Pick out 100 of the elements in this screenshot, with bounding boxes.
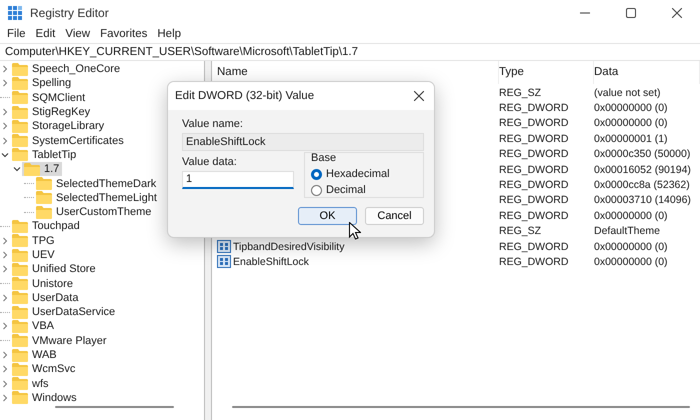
cancel-button[interactable]: Cancel [365,207,424,225]
chevron-right-icon[interactable] [0,392,10,403]
chevron-right-icon[interactable] [0,264,10,274]
tree-item[interactable]: UEV [10,248,58,262]
menu-item[interactable]: Help [152,26,186,42]
chevron-right-icon[interactable] [0,78,10,88]
value-name[interactable]: TipbandDesiredVisibility [233,240,344,253]
tree-item[interactable]: SQMClient [10,90,88,105]
folder-icon [12,120,28,133]
value-name[interactable]: EnableShiftLock [233,256,309,268]
value-data: 0x00016052 (90194) [594,164,692,176]
tree-item[interactable]: Touchpad [10,219,83,234]
chevron-right-icon[interactable] [0,136,10,146]
folder-icon [12,234,28,248]
folder-icon [24,162,40,176]
folder-icon [12,220,28,233]
value-type: REG_SZ [499,225,542,238]
folder-icon [12,377,28,390]
tree-item[interactable]: 1.7 [22,162,62,176]
folder-icon [12,91,28,104]
tree-item[interactable]: TabletTip [10,148,80,162]
tree-item[interactable]: WAB [10,348,60,362]
chevron-right-icon[interactable] [0,250,10,260]
tree-item[interactable]: StorageLibrary [10,119,108,134]
value-data: 0x00000001 (1) [594,132,669,145]
menu-item[interactable]: Edit [30,26,60,42]
chevron-right-icon[interactable] [0,236,10,246]
value-type: REG_DWORD [499,194,570,206]
chevron-right-icon[interactable] [0,292,10,303]
folder-icon [36,191,52,204]
tree-item[interactable]: Windows [10,390,80,405]
field-label: Value data: [182,156,238,168]
tree-item[interactable]: TPG [10,234,58,248]
chevron-right-icon[interactable] [0,364,10,374]
menu-item[interactable]: Favorites [95,26,152,42]
tree-item[interactable]: UserDataService [10,305,118,320]
tree-item[interactable]: Unistore [10,276,76,291]
value-data: 0x00000000 (0) [594,240,669,253]
value-data: 0x00000000 (0) [594,102,669,114]
chevron-right-icon[interactable] [0,107,10,118]
folder-icon [36,177,52,190]
tree-item[interactable]: Spelling [10,76,74,90]
chevron-right-icon[interactable] [0,350,10,360]
field-label: Value name: [182,118,244,130]
binary-value-icon [217,255,231,268]
binary-value-icon [217,240,231,254]
folder-icon [12,320,28,333]
tree-item[interactable]: Speech_OneCore [10,62,124,76]
radio-option[interactable]: Hexadecimal [311,166,417,182]
folder-icon [12,306,28,319]
value-data: 0x00000000 (0) [594,256,669,268]
folder-icon [12,134,28,148]
tree-item[interactable]: StigRegKey [10,105,94,120]
folder-icon [12,106,28,119]
folder-icon [36,206,52,219]
window-title: Registry Editor [30,6,109,20]
tree-item[interactable]: SelectedThemeDark [34,176,160,191]
chevron-right-icon[interactable] [0,64,10,74]
scrollbar[interactable] [55,406,174,408]
tree-item[interactable]: SystemCertificates [10,134,127,148]
chevron-right-icon[interactable] [0,121,10,132]
value-data: (value not set) [594,86,662,99]
tree-item[interactable]: SelectedThemeLight [34,190,160,205]
tree-item[interactable]: WcmSvc [10,362,78,376]
tree-item[interactable]: UserCustomTheme [34,205,154,220]
value-type: REG_SZ [499,86,542,99]
value-type: REG_DWORD [499,240,570,253]
menu-item[interactable]: File [2,26,31,42]
value-type: REG_DWORD [499,102,570,114]
tree-item[interactable]: wfs [10,376,52,391]
value-data: 0x00003710 (14096) [594,194,692,206]
folder-icon [12,291,28,304]
close-icon[interactable] [414,91,424,101]
value-data: 0x0000c350 (50000) [594,148,692,160]
value-data: DefaultTheme [594,225,661,238]
tree-item[interactable]: VBA [10,319,58,334]
registry-cubes-icon [8,6,22,20]
group-label: Base [311,152,338,164]
tree-item[interactable]: VMware Player [10,334,110,348]
chevron-right-icon[interactable] [0,378,10,389]
ok-button[interactable]: OK [298,207,357,225]
column-header[interactable]: Data [594,61,700,84]
radio-option[interactable]: Decimal [311,182,417,198]
folder-icon [12,148,28,162]
value-type: REG_DWORD [499,179,570,192]
value-data-field[interactable]: 1 [182,171,294,189]
column-header[interactable]: Type [499,61,594,84]
menu-item[interactable]: View [60,26,96,42]
scrollbar[interactable] [232,406,690,408]
chevron-right-icon[interactable] [0,321,10,332]
folder-icon [12,391,28,404]
address-bar[interactable]: Computer\HKEY_CURRENT_USER\Software\Microsoft\TabletTip\1.7 [0,43,700,61]
value-name-field[interactable]: EnableShiftLock [182,133,424,151]
folder-icon [12,348,28,362]
value-type: REG_DWORD [499,132,570,145]
folder-icon [12,262,28,276]
value-data: 0x00000000 (0) [594,117,669,130]
folder-icon [12,277,28,290]
tree-item[interactable]: Unified Store [10,262,99,276]
tree-item[interactable]: UserData [10,290,82,305]
